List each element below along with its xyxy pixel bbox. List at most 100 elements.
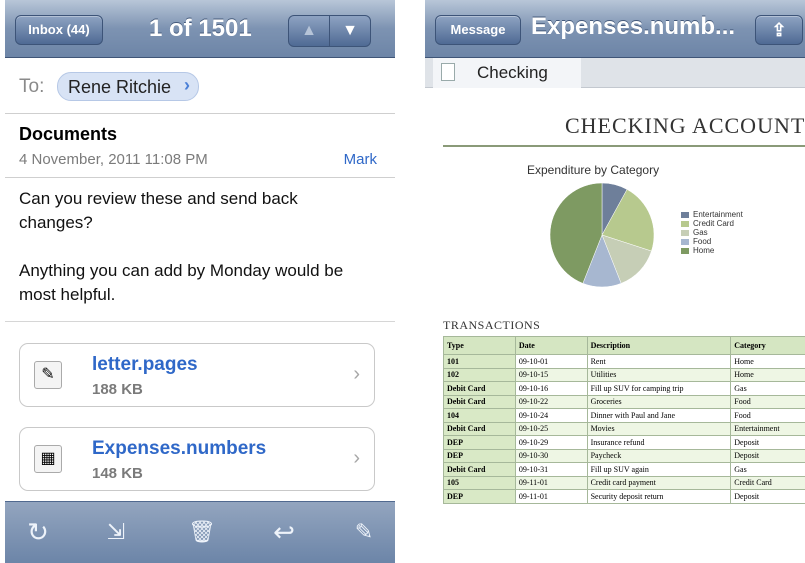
table-cell: 09-10-24 — [514, 408, 588, 423]
table-cell: Movies — [586, 421, 732, 436]
sheet-tab-bar: Checking — [425, 58, 805, 88]
expenditure-pie-chart — [549, 182, 655, 288]
message-back-button[interactable]: Message — [435, 15, 521, 45]
mail-screen: Inbox (44) 1 of 1501 ▲ ▼ To: Rene Ritchi… — [5, 0, 395, 563]
table-cell: DEP — [443, 435, 516, 450]
chart-title: Expenditure by Category — [527, 163, 660, 177]
sheet-tab-checking[interactable]: Checking — [433, 58, 581, 88]
table-cell: 09-10-25 — [514, 421, 588, 436]
pages-doc-icon: ✎ — [34, 361, 62, 389]
chart-legend: Entertainment Credit Card Gas Food Home — [681, 210, 743, 255]
legend-label: Gas — [693, 228, 708, 237]
legend-entry: Home — [681, 246, 743, 255]
sheet-icon — [441, 63, 455, 81]
table-cell: Credit card payment — [586, 475, 732, 490]
table-cell: 102 — [443, 367, 516, 382]
attachment-size: 148 KB — [92, 465, 143, 482]
attachment-expenses-numbers[interactable]: ▦ Expenses.numbers 148 KB › — [19, 427, 375, 491]
previous-message-button[interactable]: ▲ — [288, 15, 330, 47]
table-cell: Home — [730, 354, 805, 369]
table-cell: Dinner with Paul and Jane — [586, 408, 732, 423]
column-header: Category — [730, 336, 805, 355]
table-row: DEP 09-10-30 Paycheck Deposit — [443, 448, 805, 463]
message-date: 4 November, 2011 11:08 PM — [19, 151, 208, 168]
table-row: Debit Card 09-10-25 Movies Entertainment — [443, 421, 805, 436]
body-divider — [5, 321, 395, 322]
transactions-label: TRANSACTIONS — [443, 318, 541, 332]
heading-rule — [443, 145, 805, 147]
legend-swatch — [681, 220, 689, 227]
table-cell: Debit Card — [443, 462, 516, 477]
share-button[interactable]: ⇪ — [755, 15, 803, 45]
table-cell: 09-10-22 — [514, 394, 588, 409]
table-cell: Debit Card — [443, 421, 516, 436]
table-row: Debit Card 09-10-22 Groceries Food — [443, 394, 805, 409]
trash-icon[interactable]: 🗑 — [185, 515, 219, 549]
legend-label: Food — [693, 237, 712, 246]
table-cell: Food — [730, 408, 805, 423]
attachment-name: Expenses.numbers — [92, 438, 267, 459]
recipient-name: Rene Ritchie — [68, 77, 172, 97]
sheet-heading: CHECKING ACCOUNT — [565, 113, 805, 138]
table-cell: 101 — [443, 354, 516, 369]
table-cell: 09-10-15 — [514, 367, 588, 382]
transactions-table: Type Date Description Category 101 09-10-01 R… — [443, 336, 805, 504]
document-title: Expenses.numb... — [531, 13, 736, 40]
table-cell: 09-11-01 — [514, 489, 588, 504]
mark-button[interactable]: Mark — [344, 151, 377, 168]
to-row: To: Rene Ritchie › — [5, 58, 395, 114]
table-cell: Entertainment — [730, 421, 805, 436]
mail-toolbar: ↻ ⇲ 🗑 ↩ ✎ — [5, 501, 395, 563]
legend-entry: Entertainment — [681, 210, 743, 219]
recipient-chip[interactable]: Rene Ritchie › — [57, 72, 199, 101]
table-cell: 104 — [443, 408, 516, 423]
table-cell: 09-10-29 — [514, 435, 588, 450]
reply-icon[interactable]: ↩ — [267, 515, 301, 549]
chevron-right-icon: › — [353, 447, 360, 469]
table-cell: Fill up SUV again — [586, 462, 732, 477]
table-cell: Fill up SUV for camping trip — [586, 381, 732, 396]
table-cell: Gas — [730, 462, 805, 477]
message-body-paragraph-1: Can you review these and send back chang… — [19, 189, 298, 232]
legend-swatch — [681, 211, 689, 218]
table-row: 102 09-10-15 Utilities Home — [443, 367, 805, 382]
table-row: Debit Card 09-10-16 Fill up SUV for campin… — [443, 381, 805, 396]
up-arrow-icon: ▲ — [301, 22, 317, 39]
compose-icon[interactable]: ✎ — [347, 515, 381, 549]
table-cell: 09-10-31 — [514, 462, 588, 477]
legend-label: Entertainment — [693, 210, 743, 219]
table-header-row: Type Date Description Category — [443, 336, 805, 355]
viewer-nav-bar: Message Expenses.numb... ⇪ — [425, 0, 805, 58]
chevron-right-icon: › — [353, 363, 360, 385]
table-cell: Gas — [730, 381, 805, 396]
table-cell: Utilities — [586, 367, 732, 382]
share-icon: ⇪ — [771, 20, 787, 40]
attachment-size: 188 KB — [92, 381, 143, 398]
column-header: Date — [514, 336, 588, 355]
table-cell: Deposit — [730, 448, 805, 463]
numbers-doc-icon: ▦ — [34, 445, 62, 473]
table-cell: Food — [730, 394, 805, 409]
legend-label: Credit Card — [693, 219, 734, 228]
attachment-letter-pages[interactable]: ✎ letter.pages 188 KB › — [19, 343, 375, 407]
legend-entry: Credit Card — [681, 219, 743, 228]
next-message-button[interactable]: ▼ — [329, 15, 371, 47]
table-cell: Debit Card — [443, 381, 516, 396]
column-header: Description — [586, 336, 732, 355]
message-counter: 1 of 1501 — [149, 15, 252, 42]
legend-swatch — [681, 247, 689, 254]
table-cell: Insurance refund — [586, 435, 732, 450]
table-cell: 09-10-30 — [514, 448, 588, 463]
move-folder-icon[interactable]: ⇲ — [99, 515, 133, 549]
table-cell: DEP — [443, 489, 516, 504]
subject-row: Documents 4 November, 2011 11:08 PM Mark — [5, 114, 395, 178]
refresh-icon[interactable]: ↻ — [21, 515, 55, 549]
table-cell: 09-10-16 — [514, 381, 588, 396]
table-cell: Deposit — [730, 489, 805, 504]
message-body-paragraph-2: Anything you can add by Monday would be … — [19, 261, 344, 304]
inbox-back-button[interactable]: Inbox (44) — [15, 15, 103, 45]
table-row: DEP 09-10-29 Insurance refund Deposit — [443, 435, 805, 450]
legend-swatch — [681, 238, 689, 245]
down-arrow-icon: ▼ — [342, 22, 358, 39]
table-cell: Rent — [586, 354, 732, 369]
